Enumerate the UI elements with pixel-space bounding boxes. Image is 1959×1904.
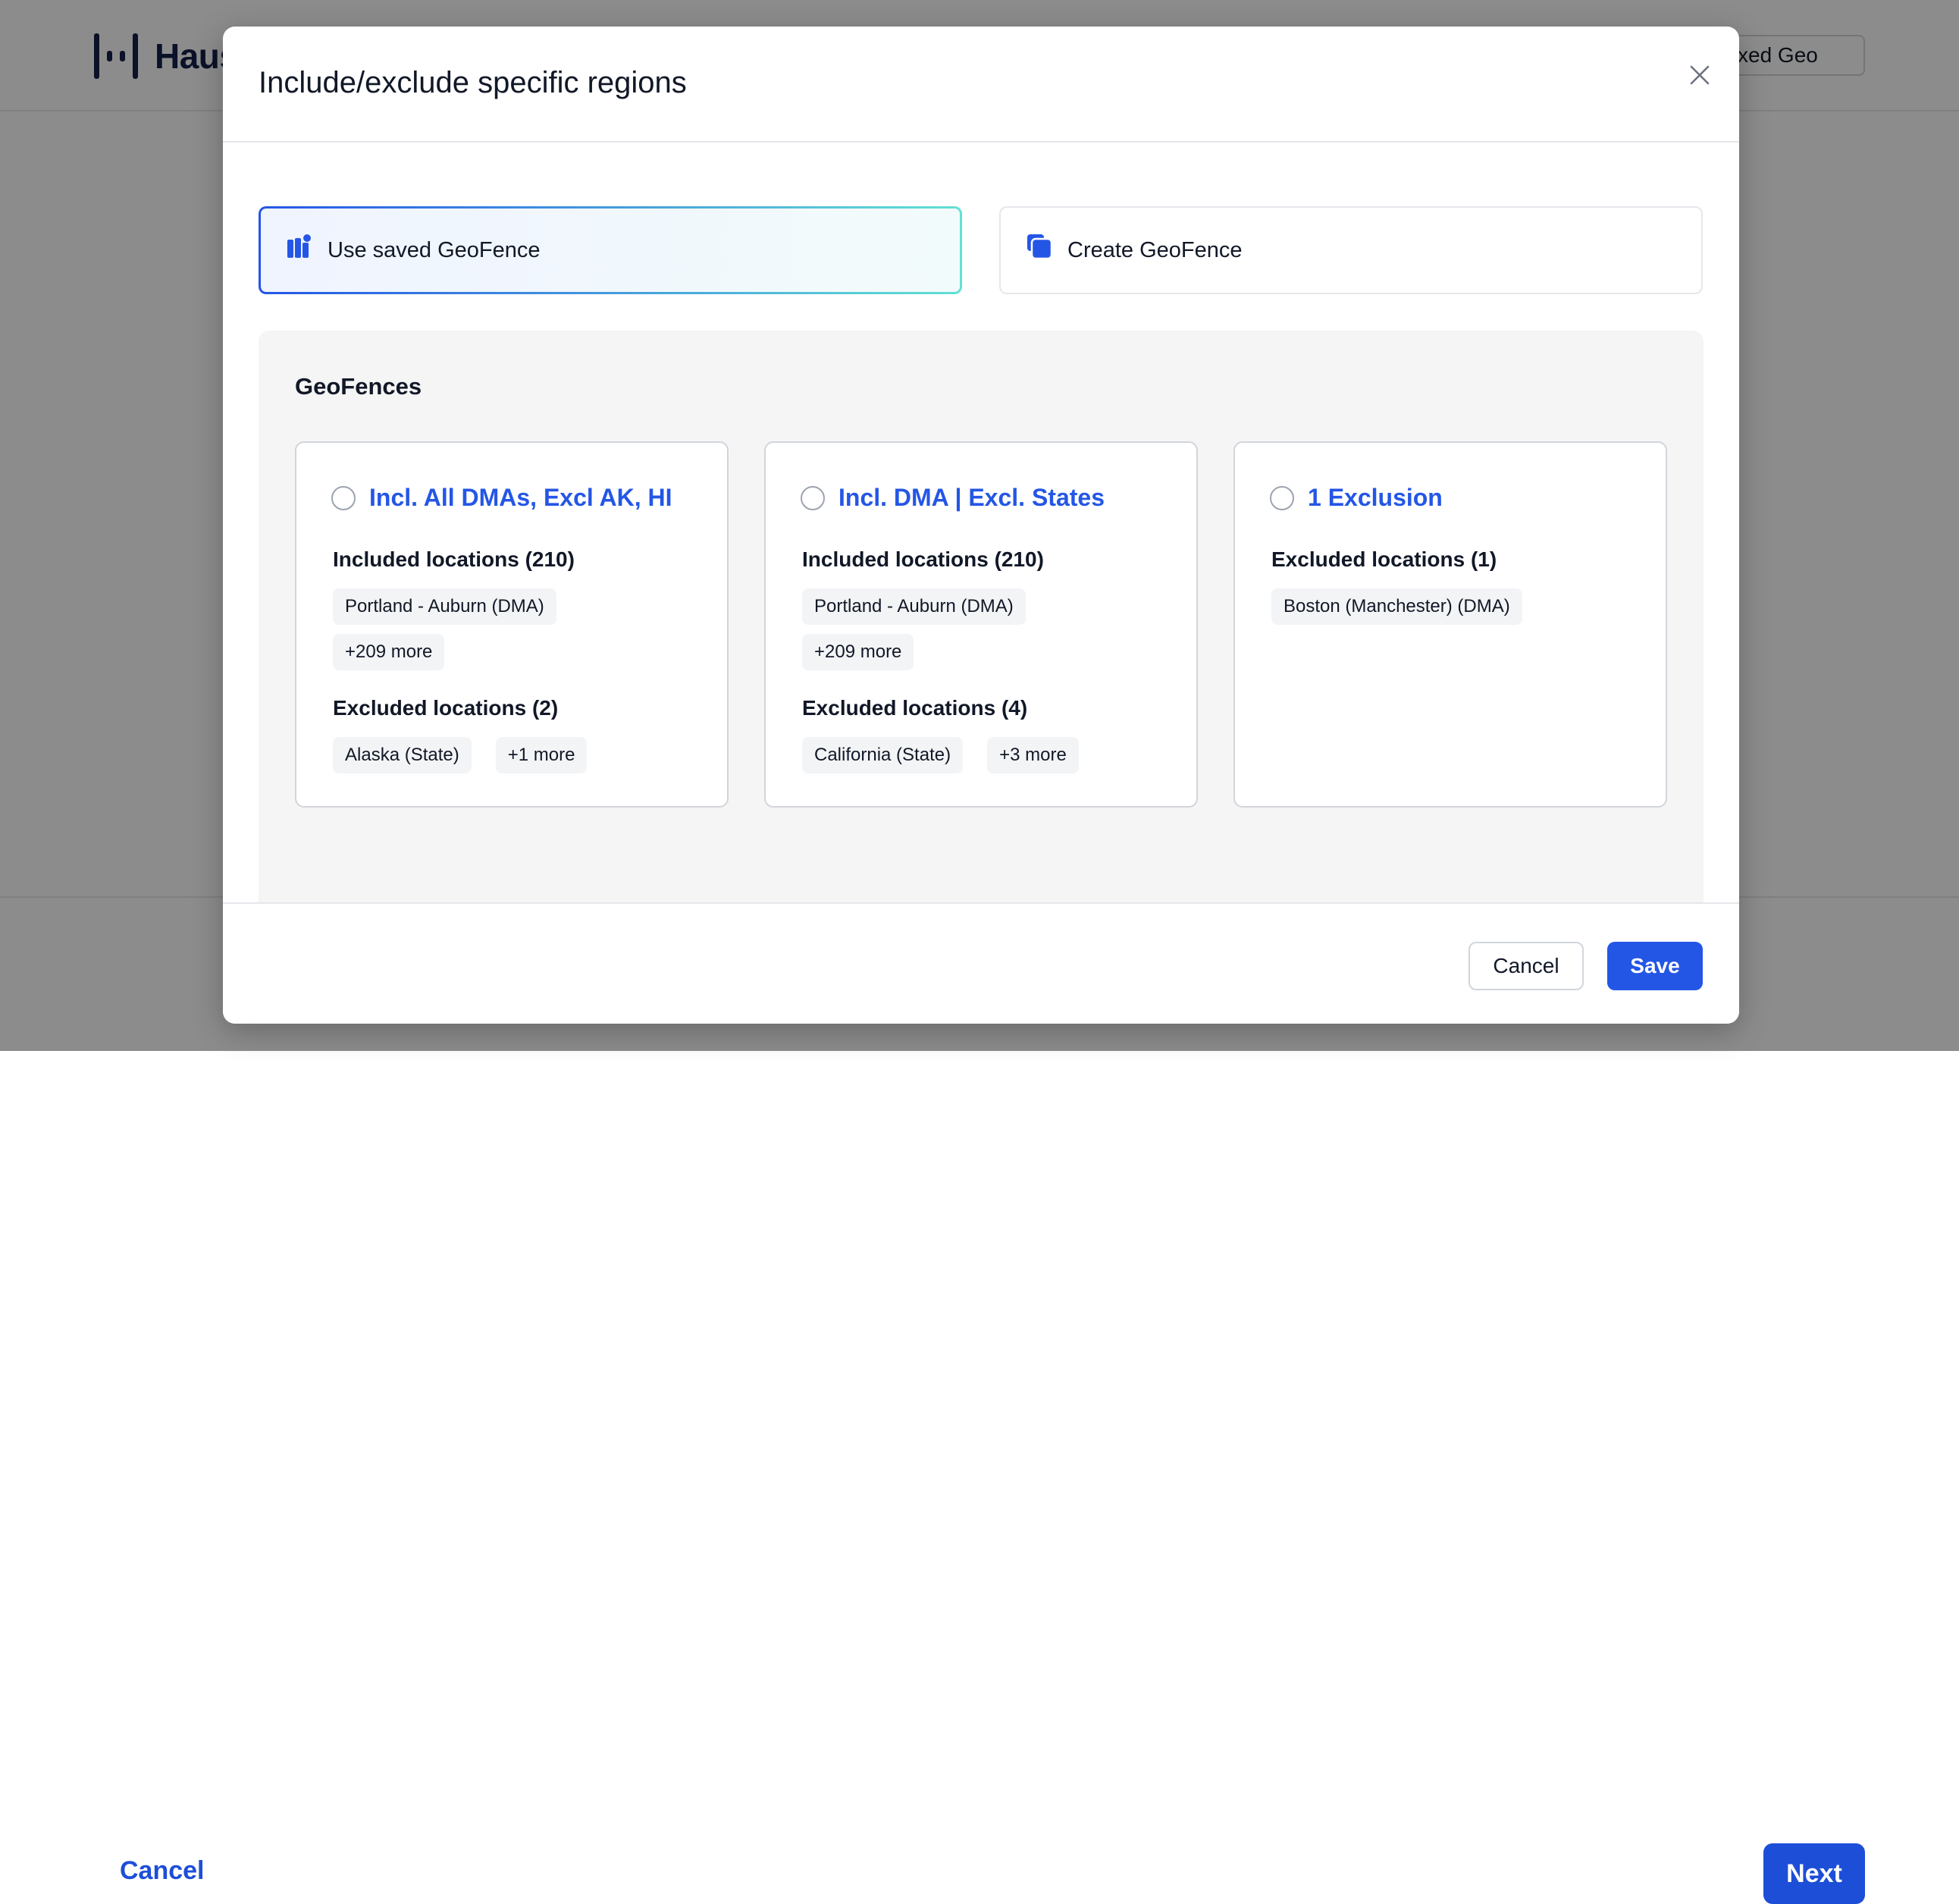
modal-title: Include/exclude specific regions — [259, 66, 687, 100]
geofence-card[interactable]: Incl. DMA | Excl. States Included locati… — [764, 441, 1198, 808]
bg-next-button[interactable]: Next — [1763, 1843, 1865, 1904]
use-saved-geofence-label: Use saved GeoFence — [328, 238, 540, 263]
geofence-name[interactable]: Incl. DMA | Excl. States — [838, 484, 1105, 512]
location-tag: Alaska (State) — [333, 737, 472, 773]
more-tag[interactable]: +3 more — [987, 737, 1079, 773]
tag-row: Boston (Manchester) (DMA) — [1271, 588, 1522, 625]
excluded-locations-title: Excluded locations (2) — [333, 696, 558, 720]
location-tag: California (State) — [802, 737, 963, 773]
modal-footer: Cancel Save — [223, 902, 1739, 1024]
location-tag: Portland - Auburn (DMA) — [802, 588, 1026, 625]
geofences-title: GeoFences — [295, 373, 422, 400]
geofence-radio[interactable] — [801, 486, 825, 510]
tag-row: Alaska (State) +1 more — [333, 737, 587, 773]
modal-header: Include/exclude specific regions — [223, 27, 1739, 143]
geofence-radio[interactable] — [1270, 486, 1294, 510]
modal-body: Use saved GeoFence Create GeoFence GeoFe… — [223, 144, 1739, 929]
more-tag[interactable]: +209 more — [802, 634, 914, 670]
location-tag: Portland - Auburn (DMA) — [333, 588, 556, 625]
geofence-card-header[interactable]: Incl. DMA | Excl. States — [801, 484, 1105, 512]
excluded-locations-title: Excluded locations (4) — [802, 696, 1027, 720]
tag-row: Portland - Auburn (DMA) — [802, 588, 1026, 625]
geofence-card-header[interactable]: Incl. All DMAs, Excl AK, HI — [331, 484, 672, 512]
cancel-button[interactable]: Cancel — [1468, 942, 1584, 990]
included-locations-title: Included locations (210) — [333, 547, 575, 572]
create-geofence-option[interactable]: Create GeoFence — [999, 206, 1703, 294]
excluded-locations-title: Excluded locations (1) — [1271, 547, 1497, 572]
geofences-panel: GeoFences Incl. All DMAs, Excl AK, HI In… — [259, 331, 1704, 929]
close-icon — [1688, 64, 1711, 86]
geofence-card-header[interactable]: 1 Exclusion — [1270, 484, 1443, 512]
included-locations-title: Included locations (210) — [802, 547, 1044, 572]
location-tag: Boston (Manchester) (DMA) — [1271, 588, 1522, 625]
geofence-name[interactable]: Incl. All DMAs, Excl AK, HI — [369, 484, 672, 512]
tag-row: +209 more — [802, 634, 914, 670]
tag-row: California (State) +3 more — [802, 737, 1079, 773]
more-tag[interactable]: +1 more — [496, 737, 588, 773]
more-tag[interactable]: +209 more — [333, 634, 444, 670]
saved-geofence-icon — [287, 234, 312, 259]
bg-cancel-button[interactable]: Cancel — [120, 1856, 205, 1886]
geofence-card[interactable]: Incl. All DMAs, Excl AK, HI Included loc… — [295, 441, 729, 808]
tag-row: Portland - Auburn (DMA) — [333, 588, 556, 625]
regions-modal: Include/exclude specific regions Use sav… — [223, 27, 1739, 1024]
create-geofence-icon — [1027, 234, 1052, 259]
use-saved-geofence-option[interactable]: Use saved GeoFence — [259, 206, 962, 294]
geofence-radio[interactable] — [331, 486, 356, 510]
geofence-card[interactable]: 1 Exclusion Excluded locations (1) Bosto… — [1233, 441, 1667, 808]
save-button[interactable]: Save — [1607, 942, 1703, 990]
close-button[interactable] — [1678, 54, 1721, 96]
tag-row: +209 more — [333, 634, 444, 670]
geofence-name[interactable]: 1 Exclusion — [1308, 484, 1443, 512]
create-geofence-label: Create GeoFence — [1067, 238, 1243, 263]
